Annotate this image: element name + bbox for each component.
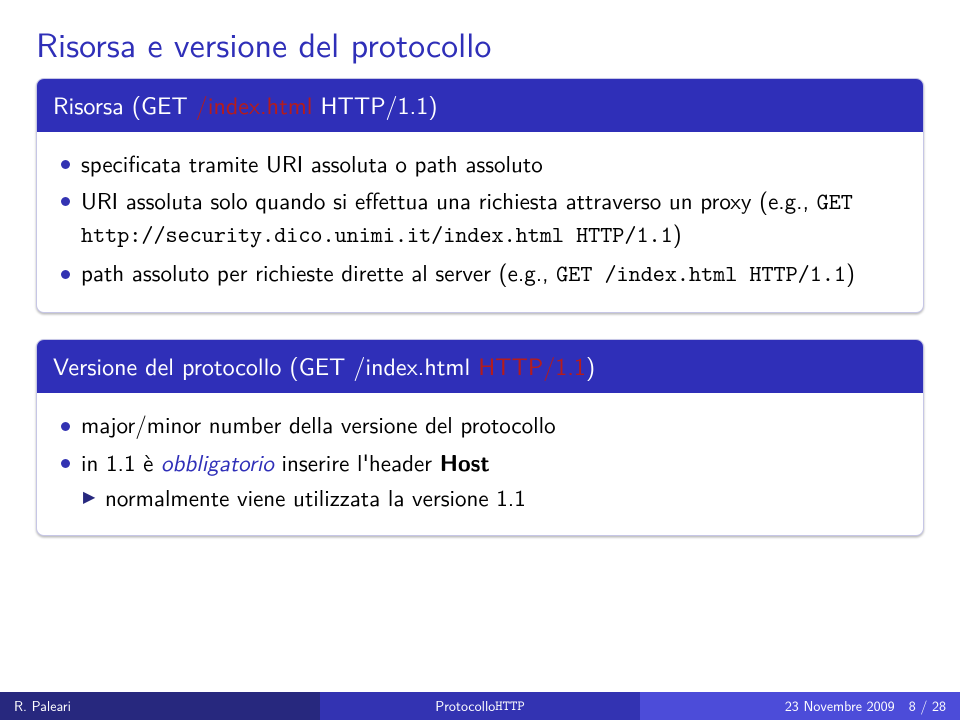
list-item: in 1.1 è obbligatorio inserire l'header … (55, 446, 905, 513)
footer-date: 23 Novembre 2009 (785, 696, 895, 716)
bold-text: Host (440, 445, 490, 478)
page-current: 8 (909, 696, 916, 716)
block-versione: Versione del protocollo (GET /index.html… (36, 339, 924, 536)
item-text: specificata tramite URI assoluta o path … (81, 146, 543, 180)
list-item: path assoluto per richieste dirette al s… (55, 257, 905, 290)
item-text-pre: path assoluto per richieste dirette al s… (81, 255, 556, 289)
footer-title: Protocollo HTTP (320, 692, 640, 720)
sub-list: normalmente viene utilizzata la versione… (81, 482, 905, 513)
footer-center-code: HTTP (495, 697, 524, 715)
list-item: major/minor number della versione del pr… (55, 409, 905, 440)
list-item: URI assoluta solo quando si effettua una… (55, 185, 905, 251)
block-body-versione: major/minor number della versione del pr… (37, 393, 923, 535)
emphasis-text: obbligatorio (161, 445, 274, 479)
slide-content: Risorsa (GET /index.html HTTP/1.1) speci… (0, 78, 960, 692)
footer-date-page: 23 Novembre 2009 8 / 28 (640, 692, 960, 720)
item-text-post: ) (673, 216, 682, 250)
item-text-mid: inserire l'header (274, 445, 440, 479)
block-risorsa: Risorsa (GET /index.html HTTP/1.1) speci… (36, 78, 924, 313)
title-area: Risorsa e versione del protocollo (0, 0, 960, 78)
heading-highlight: /index.html (196, 87, 313, 122)
block-body-risorsa: specificata tramite URI assoluta o path … (37, 132, 923, 312)
author-text: R. Paleari (14, 696, 71, 716)
slide-title: Risorsa e versione del protocollo (36, 18, 924, 68)
item-text-post: ) (846, 255, 855, 289)
heading-text-suffix: ) (586, 348, 595, 383)
heading-text-prefix: Risorsa (GET (53, 87, 196, 122)
heading-text-prefix: Versione del protocollo (GET /index.html (53, 348, 478, 383)
footer-center-text: Protocollo (435, 696, 495, 716)
page-sep: / (916, 696, 932, 716)
item-text-pre: in 1.1 è (81, 445, 161, 479)
block-heading-versione: Versione del protocollo (GET /index.html… (37, 340, 923, 393)
sub-item-text: normalmente viene utilizzata la versione… (105, 480, 526, 514)
footer: R. Paleari Protocollo HTTP 23 Novembre 2… (0, 692, 960, 720)
sub-list-item: normalmente viene utilizzata la versione… (81, 482, 905, 513)
slide: Risorsa e versione del protocollo Risors… (0, 0, 960, 720)
bullet-list: major/minor number della versione del pr… (55, 409, 905, 513)
item-text: major/minor number della versione del pr… (81, 407, 556, 441)
page-total: 28 (932, 696, 946, 716)
bullet-list: specificata tramite URI assoluta o path … (55, 148, 905, 290)
footer-author: R. Paleari (0, 692, 320, 720)
item-text-pre: URI assoluta solo quando si effettua una… (81, 183, 817, 217)
heading-highlight: HTTP/1.1 (478, 348, 586, 383)
block-heading-risorsa: Risorsa (GET /index.html HTTP/1.1) (37, 79, 923, 132)
footer-page: 8 / 28 (909, 696, 946, 716)
code-text: GET /index.html HTTP/1.1 (556, 259, 846, 289)
heading-text-suffix: HTTP/1.1) (313, 87, 438, 122)
list-item: specificata tramite URI assoluta o path … (55, 148, 905, 179)
